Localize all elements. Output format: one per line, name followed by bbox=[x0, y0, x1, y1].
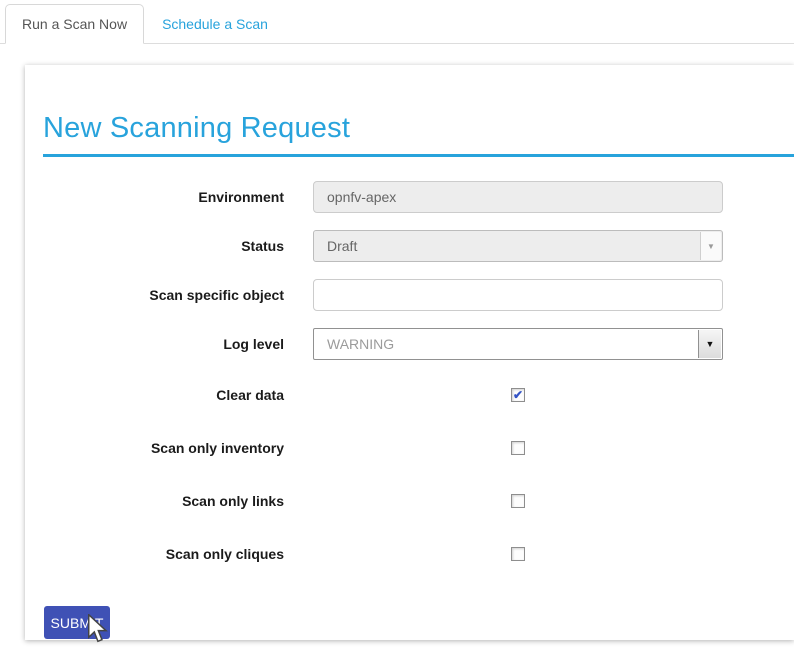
scan-only-cliques-label: Scan only cliques bbox=[25, 546, 313, 562]
environment-label: Environment bbox=[25, 189, 313, 205]
scan-specific-object-input[interactable] bbox=[313, 279, 723, 311]
form-row-status: Status Draft ▼ bbox=[25, 230, 794, 262]
tab-run-a-scan-now-label: Run a Scan Now bbox=[22, 16, 127, 32]
scan-only-links-label: Scan only links bbox=[25, 493, 313, 509]
form-row-environment: Environment bbox=[25, 181, 794, 213]
chevron-down-icon: ▼ bbox=[698, 330, 721, 358]
form-row-scan-specific-object: Scan specific object bbox=[25, 279, 794, 311]
form-row-clear-data: Clear data ✔ bbox=[25, 377, 794, 413]
clear-data-label: Clear data bbox=[25, 387, 313, 403]
log-level-label: Log level bbox=[25, 336, 313, 352]
scan-request-form: Environment Status Draft ▼ Scan specific… bbox=[25, 181, 794, 639]
tab-schedule-a-scan-label: Schedule a Scan bbox=[162, 16, 268, 32]
scan-only-inventory-checkbox[interactable] bbox=[511, 441, 525, 455]
form-row-scan-only-cliques: Scan only cliques bbox=[25, 536, 794, 572]
status-label: Status bbox=[25, 238, 313, 254]
page-title: New Scanning Request bbox=[43, 112, 794, 145]
log-level-select[interactable]: WARNING ▼ bbox=[313, 328, 723, 360]
status-select-value: Draft bbox=[327, 238, 357, 254]
scan-only-inventory-label: Scan only inventory bbox=[25, 440, 313, 456]
submit-button[interactable]: SUBMIT bbox=[44, 606, 110, 639]
status-select[interactable]: Draft ▼ bbox=[313, 230, 723, 262]
form-row-scan-only-inventory: Scan only inventory bbox=[25, 430, 794, 466]
form-row-scan-only-links: Scan only links bbox=[25, 483, 794, 519]
tab-run-a-scan-now[interactable]: Run a Scan Now bbox=[5, 4, 144, 44]
checkbox-check-icon: ✔ bbox=[513, 389, 523, 401]
chevron-down-icon: ▼ bbox=[700, 232, 721, 260]
scan-specific-object-label: Scan specific object bbox=[25, 287, 313, 303]
scan-request-card: New Scanning Request Environment Status … bbox=[25, 65, 794, 640]
environment-input[interactable] bbox=[313, 181, 723, 213]
log-level-select-value: WARNING bbox=[327, 336, 394, 352]
tab-schedule-a-scan[interactable]: Schedule a Scan bbox=[146, 4, 284, 43]
form-row-log-level: Log level WARNING ▼ bbox=[25, 328, 794, 360]
scan-only-links-checkbox[interactable] bbox=[511, 494, 525, 508]
page-title-underline: New Scanning Request bbox=[43, 112, 794, 157]
scan-only-cliques-checkbox[interactable] bbox=[511, 547, 525, 561]
clear-data-checkbox[interactable]: ✔ bbox=[511, 388, 525, 402]
tab-bar: Run a Scan Now Schedule a Scan bbox=[0, 4, 794, 44]
